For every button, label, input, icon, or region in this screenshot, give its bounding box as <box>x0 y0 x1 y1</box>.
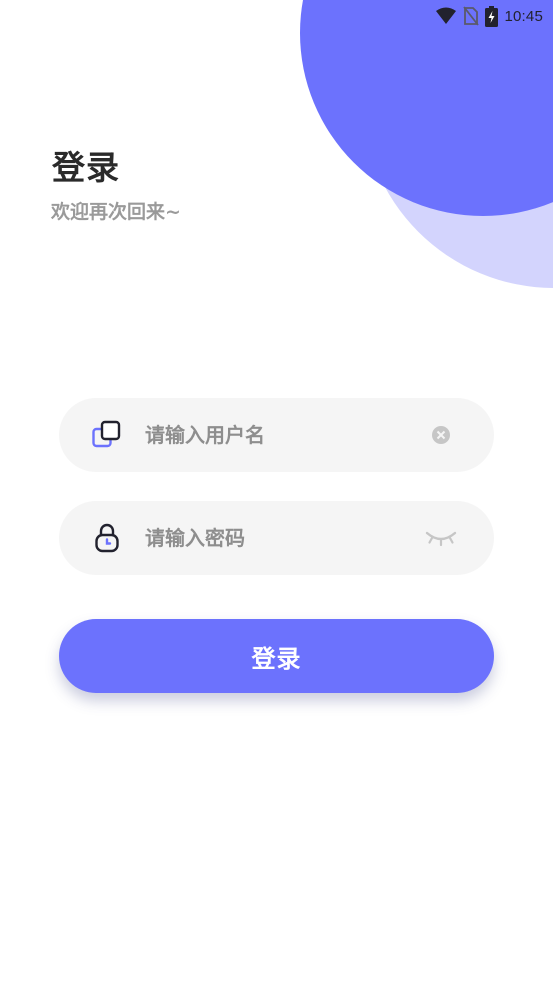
status-time: 10:45 <box>504 7 543 25</box>
clear-icon[interactable] <box>424 418 458 452</box>
user-cards-icon <box>89 417 125 453</box>
eye-closed-icon[interactable] <box>424 521 458 555</box>
username-field[interactable] <box>59 398 494 472</box>
page-subtitle: 欢迎再次回来~ <box>51 201 181 223</box>
login-screen: 10:45 登录 欢迎再次回来~ 请输入用户名 登录 <box>0 0 553 983</box>
username-input[interactable] <box>143 414 424 456</box>
status-bar: 10:45 <box>435 0 553 32</box>
login-button[interactable]: 登录 <box>59 619 494 693</box>
page-title: 登录 <box>52 148 120 187</box>
password-field[interactable] <box>59 501 494 575</box>
battery-charging-icon <box>485 5 499 27</box>
decorative-circle-accent <box>300 0 553 216</box>
lock-icon <box>89 520 125 556</box>
wifi-icon <box>435 7 457 25</box>
password-input[interactable] <box>143 517 424 559</box>
no-sim-icon <box>463 6 480 26</box>
